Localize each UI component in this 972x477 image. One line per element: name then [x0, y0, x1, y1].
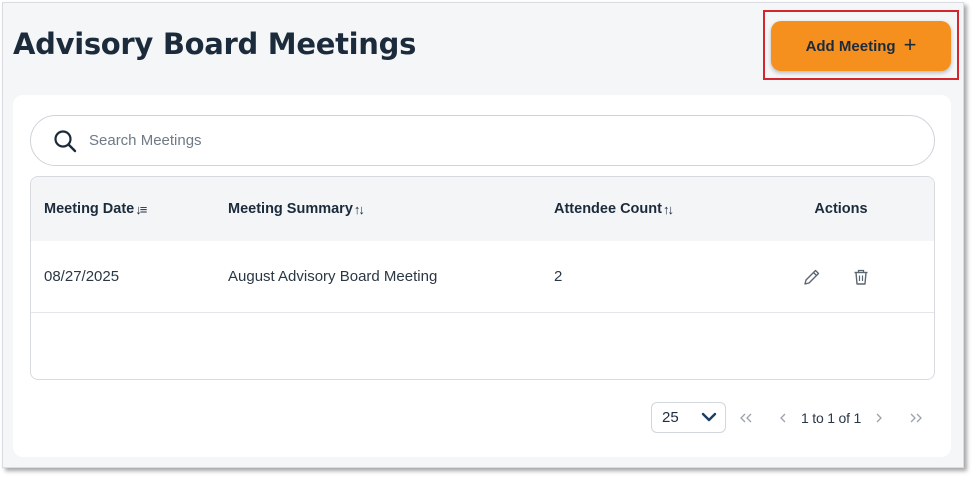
- meetings-card: Meeting Date↓≡ Meeting Summary↑↓ Attende…: [13, 95, 951, 457]
- pencil-icon[interactable]: [803, 268, 821, 286]
- add-meeting-button[interactable]: Add Meeting +: [771, 21, 951, 71]
- next-page-icon[interactable]: [875, 402, 883, 433]
- pagination-range: 1 to 1 of 1: [801, 409, 862, 426]
- add-meeting-label: Add Meeting: [805, 37, 896, 55]
- column-header-actions: Actions: [814, 201, 868, 217]
- sort-icon: ↑↓: [353, 201, 365, 217]
- table-header: Meeting Date ↓≡ Meeting Summary ↑↓ Attende…: [31, 177, 934, 241]
- search-icon: [53, 128, 79, 154]
- row-actions: [803, 241, 870, 312]
- column-header-meeting-summary[interactable]: Meeting Summary ↑↓: [228, 177, 365, 241]
- sort-icon: ↓≡: [135, 201, 147, 217]
- previous-page-icon[interactable]: [779, 402, 787, 433]
- trash-icon[interactable]: [852, 268, 870, 286]
- page-size-value: 25: [662, 409, 679, 426]
- app-window: Advisory Board Meetings Add Meeting + Me…: [2, 2, 964, 468]
- plus-icon: +: [903, 32, 917, 57]
- meetings-table: Meeting Date ↓≡ Meeting Summary ↑↓ Attende…: [30, 176, 935, 380]
- last-page-icon[interactable]: [909, 402, 923, 433]
- chevron-down-icon: [701, 409, 717, 426]
- column-header-meeting-date[interactable]: Meeting Date ↓≡: [44, 177, 147, 241]
- cell-attendee-count: 2: [554, 268, 563, 285]
- cell-meeting-date: 08/27/2025: [44, 268, 120, 285]
- page-title: Advisory Board Meetings: [13, 27, 417, 61]
- search-bar[interactable]: [30, 115, 935, 166]
- table-row: 08/27/2025 August Advisory Board Meeting…: [31, 241, 934, 313]
- sort-icon: ↑↓: [662, 201, 674, 217]
- column-header-attendee-count[interactable]: Attendee Count ↑↓: [554, 177, 674, 241]
- cell-meeting-summary: August Advisory Board Meeting: [228, 268, 438, 285]
- first-page-icon[interactable]: [739, 402, 753, 433]
- search-input[interactable]: [89, 132, 789, 149]
- page-size-select[interactable]: 25: [651, 402, 726, 433]
